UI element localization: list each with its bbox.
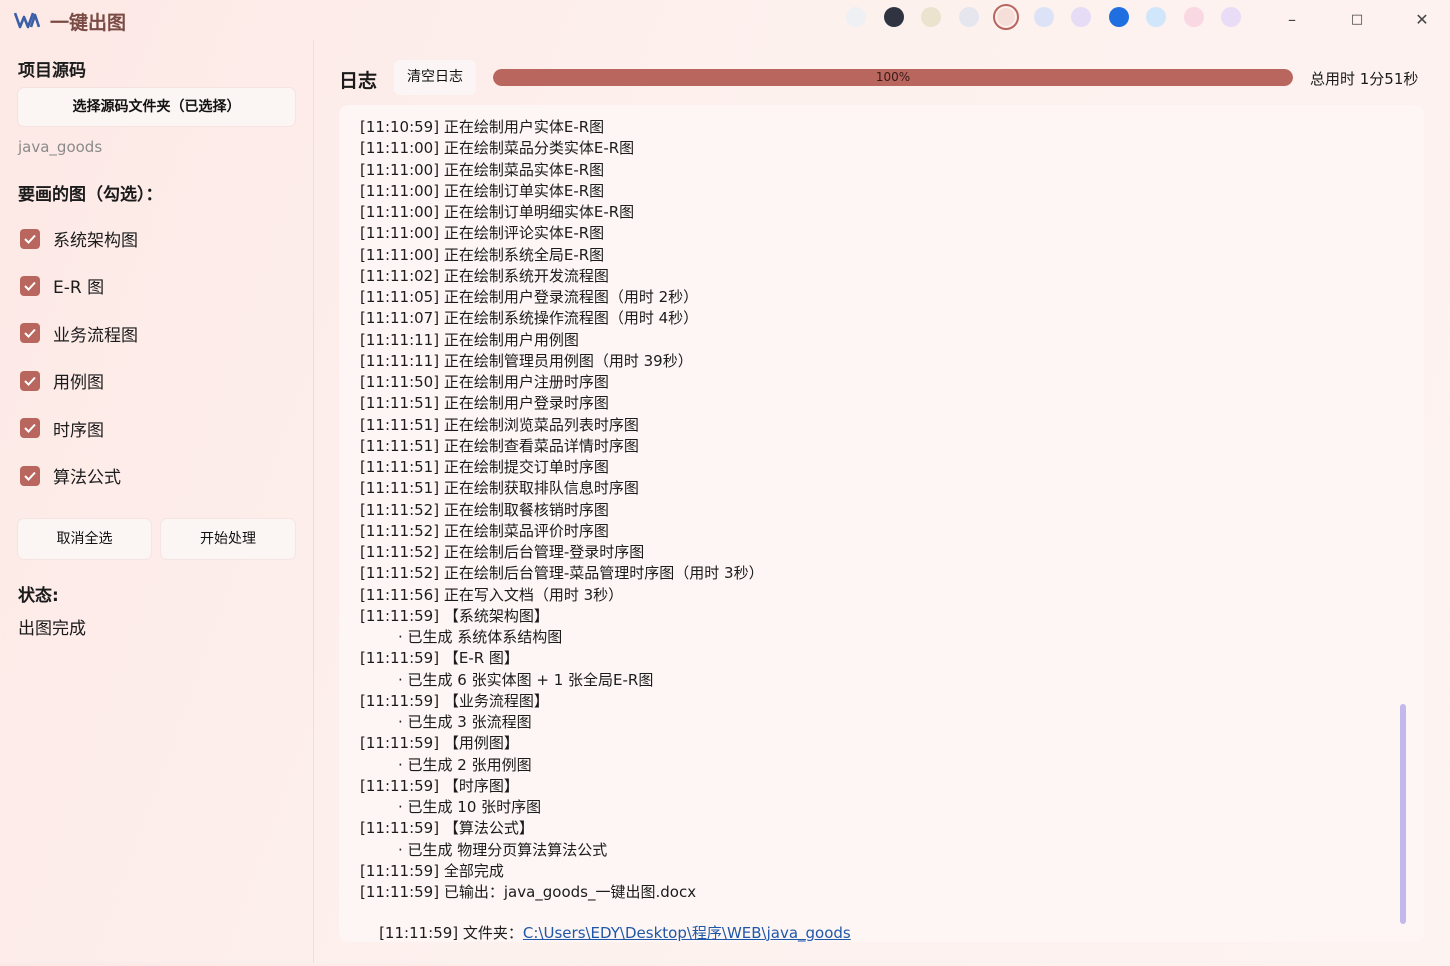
log-line: [11:11:51] 正在绘制提交订单时序图 — [360, 458, 609, 476]
log-line: [11:11:50] 正在绘制用户注册时序图 — [360, 373, 609, 391]
checkmark-icon — [24, 471, 36, 481]
diagram-option-label: 算法公式 — [53, 468, 121, 488]
log-line: [11:11:00] 正在绘制订单明细实体E-R图 — [360, 203, 635, 221]
progress-text: 100% — [875, 70, 911, 84]
theme-swatch[interactable] — [1146, 7, 1166, 27]
checkbox[interactable] — [20, 228, 40, 249]
log-line: [11:11:52] 正在绘制菜品评价时序图 — [360, 521, 609, 540]
theme-swatch[interactable] — [883, 7, 904, 27]
log-line: [11:11:00] 正在绘制评论实体E-R图 — [360, 224, 605, 243]
checkmark-icon — [24, 234, 36, 244]
theme-swatch[interactable] — [921, 7, 941, 27]
log-line: [11:11:00] 正在绘制菜品实体E-R图 — [360, 160, 605, 179]
log-line: [11:11:52] 正在绘制取餐核销时序图 — [360, 500, 609, 519]
log-panel[interactable]: [11:10:59] 正在绘制用户实体E-R图 [11:11:00] 正在绘制菜品… — [339, 105, 1424, 942]
theme-swatch[interactable] — [993, 4, 1019, 30]
checkmark-icon — [24, 423, 36, 434]
log-line: [11:11:51] 正在绘制浏览菜品列表时序图 — [360, 415, 639, 434]
diagram-option[interactable]: E-R 图 — [20, 273, 104, 298]
log-line: [11:11:00] 正在绘制系统全局E-R图 — [360, 245, 605, 264]
log-line: [11:11:59] 已输出：java_goods_一键出图.docx — [360, 883, 697, 901]
deselect-all-button[interactable]: 取消全选 — [18, 519, 151, 559]
log-line: · 已生成 系统体系结构图 — [398, 628, 563, 646]
log-line: [11:11:59] 【用例图】 — [360, 734, 519, 753]
project-section-title: 项目源码 — [18, 61, 86, 81]
app-logo-icon — [14, 12, 40, 29]
log-line: · 已生成 10 张时序图 — [398, 798, 542, 816]
diagram-option[interactable]: 算法公式 — [20, 463, 121, 488]
log-title: 日志 — [339, 70, 378, 92]
log-folder-prefix: [11:11:59] 文件夹： — [379, 924, 523, 943]
maximize-button[interactable]: □ — [1342, 8, 1372, 32]
diagram-option-label: 系统架构图 — [53, 231, 138, 251]
checkbox[interactable] — [20, 370, 40, 391]
app-title: 一键出图 — [50, 12, 127, 34]
diagram-option-label: 业务流程图 — [53, 325, 138, 346]
log-line: [11:11:00] 正在绘制订单实体E-R图 — [360, 181, 605, 200]
checkmark-icon — [24, 376, 36, 386]
log-line: [11:11:59] 【E-R 图】 — [360, 649, 519, 668]
close-button[interactable]: ✕ — [1407, 8, 1437, 32]
log-line: [11:11:52] 正在绘制后台管理-菜品管理时序图（用时 3秒） — [360, 564, 764, 583]
theme-swatch[interactable] — [958, 7, 979, 27]
select-folder-button[interactable]: 选择源码文件夹（已选择） — [18, 88, 295, 126]
checkmark-icon — [24, 329, 36, 339]
title-bar: 一键出图 – □ ✕ — [0, 0, 1450, 40]
checkbox[interactable] — [20, 323, 40, 344]
checkbox[interactable] — [20, 418, 40, 439]
diagram-option-label: 时序图 — [53, 420, 104, 441]
start-processing-button[interactable]: 开始处理 — [161, 519, 295, 559]
progress-bar: 100% — [493, 69, 1293, 86]
log-line: [11:11:51] 正在绘制获取排队信息时序图 — [360, 479, 639, 498]
diagram-option[interactable]: 用例图 — [20, 368, 104, 393]
status-title: 状态: — [18, 586, 59, 606]
log-line: [11:11:52] 正在绘制后台管理-登录时序图 — [360, 543, 645, 561]
log-line: [11:11:00] 正在绘制菜品分类实体E-R图 — [360, 139, 635, 158]
clear-log-button[interactable]: 清空日志 — [394, 60, 476, 95]
minimize-button[interactable]: – — [1277, 8, 1307, 32]
theme-swatch[interactable] — [846, 7, 866, 27]
log-line: · 已生成 物理分页算法算法公式 — [398, 840, 608, 859]
theme-swatches — [846, 4, 1259, 30]
log-line: [11:11:56] 正在写入文档（用时 3秒） — [360, 585, 624, 604]
theme-swatch[interactable] — [1183, 7, 1204, 27]
output-folder-link[interactable]: C:\Users\EDY\Desktop\程序\WEB\java_goods — [523, 924, 851, 942]
total-time: 总用时 1分51秒 — [1310, 70, 1419, 88]
theme-swatch[interactable] — [1033, 7, 1054, 27]
log-line: · 已生成 3 张流程图 — [398, 713, 532, 731]
log-line-folder: [11:11:59] 文件夹：C:\Users\EDY\Desktop\程序\W… — [360, 902, 851, 942]
diagram-option[interactable]: 业务流程图 — [20, 321, 138, 346]
log-line: [11:11:05] 正在绘制用户登录流程图（用时 2秒） — [360, 288, 699, 306]
checkbox[interactable] — [20, 465, 40, 486]
checkmark-icon — [24, 281, 36, 291]
diagram-option-label: 用例图 — [53, 373, 104, 394]
log-line: [11:11:51] 正在绘制查看菜品详情时序图 — [360, 436, 639, 455]
diagram-option-label: E-R 图 — [53, 278, 105, 299]
log-line: [11:11:59] 【时序图】 — [360, 776, 519, 795]
log-line: · 已生成 2 张用例图 — [398, 755, 532, 774]
log-line: [11:11:11] 正在绘制管理员用例图（用时 39秒） — [360, 351, 693, 370]
diagram-option[interactable]: 时序图 — [20, 416, 104, 441]
theme-swatch[interactable] — [1108, 7, 1129, 27]
log-line: [11:11:02] 正在绘制系统开发流程图 — [360, 266, 609, 285]
log-line: [11:11:59] 【业务流程图】 — [360, 691, 549, 710]
log-scrollbar[interactable] — [1400, 704, 1406, 924]
folder-name: java_goods — [18, 138, 103, 156]
theme-swatch[interactable] — [1221, 7, 1241, 27]
log-line: [11:10:59] 正在绘制用户实体E-R图 — [360, 118, 605, 136]
status-value: 出图完成 — [18, 619, 86, 639]
log-line: [11:11:59] 全部完成 — [360, 861, 504, 880]
sidebar: 项目源码 选择源码文件夹（已选择） java_goods 要画的图（勾选）： 系… — [0, 40, 314, 963]
checkbox[interactable] — [20, 275, 40, 296]
diagram-option[interactable]: 系统架构图 — [20, 226, 138, 251]
log-line: [11:11:11] 正在绘制用户用例图 — [360, 330, 579, 349]
log-lines: [11:10:59] 正在绘制用户实体E-R图 [11:11:00] 正在绘制菜品… — [360, 117, 764, 903]
log-line: [11:11:07] 正在绘制系统操作流程图（用时 4秒） — [360, 309, 699, 328]
log-line: [11:11:51] 正在绘制用户登录时序图 — [360, 394, 609, 413]
theme-swatch[interactable] — [1071, 7, 1091, 27]
log-line: · 已生成 6 张实体图 + 1 张全局E-R图 — [398, 670, 654, 689]
log-line: [11:11:59] 【算法公式】 — [360, 819, 534, 838]
diagrams-section-title: 要画的图（勾选）： — [18, 185, 163, 205]
log-line: [11:11:59] 【系统架构图】 — [360, 606, 549, 625]
